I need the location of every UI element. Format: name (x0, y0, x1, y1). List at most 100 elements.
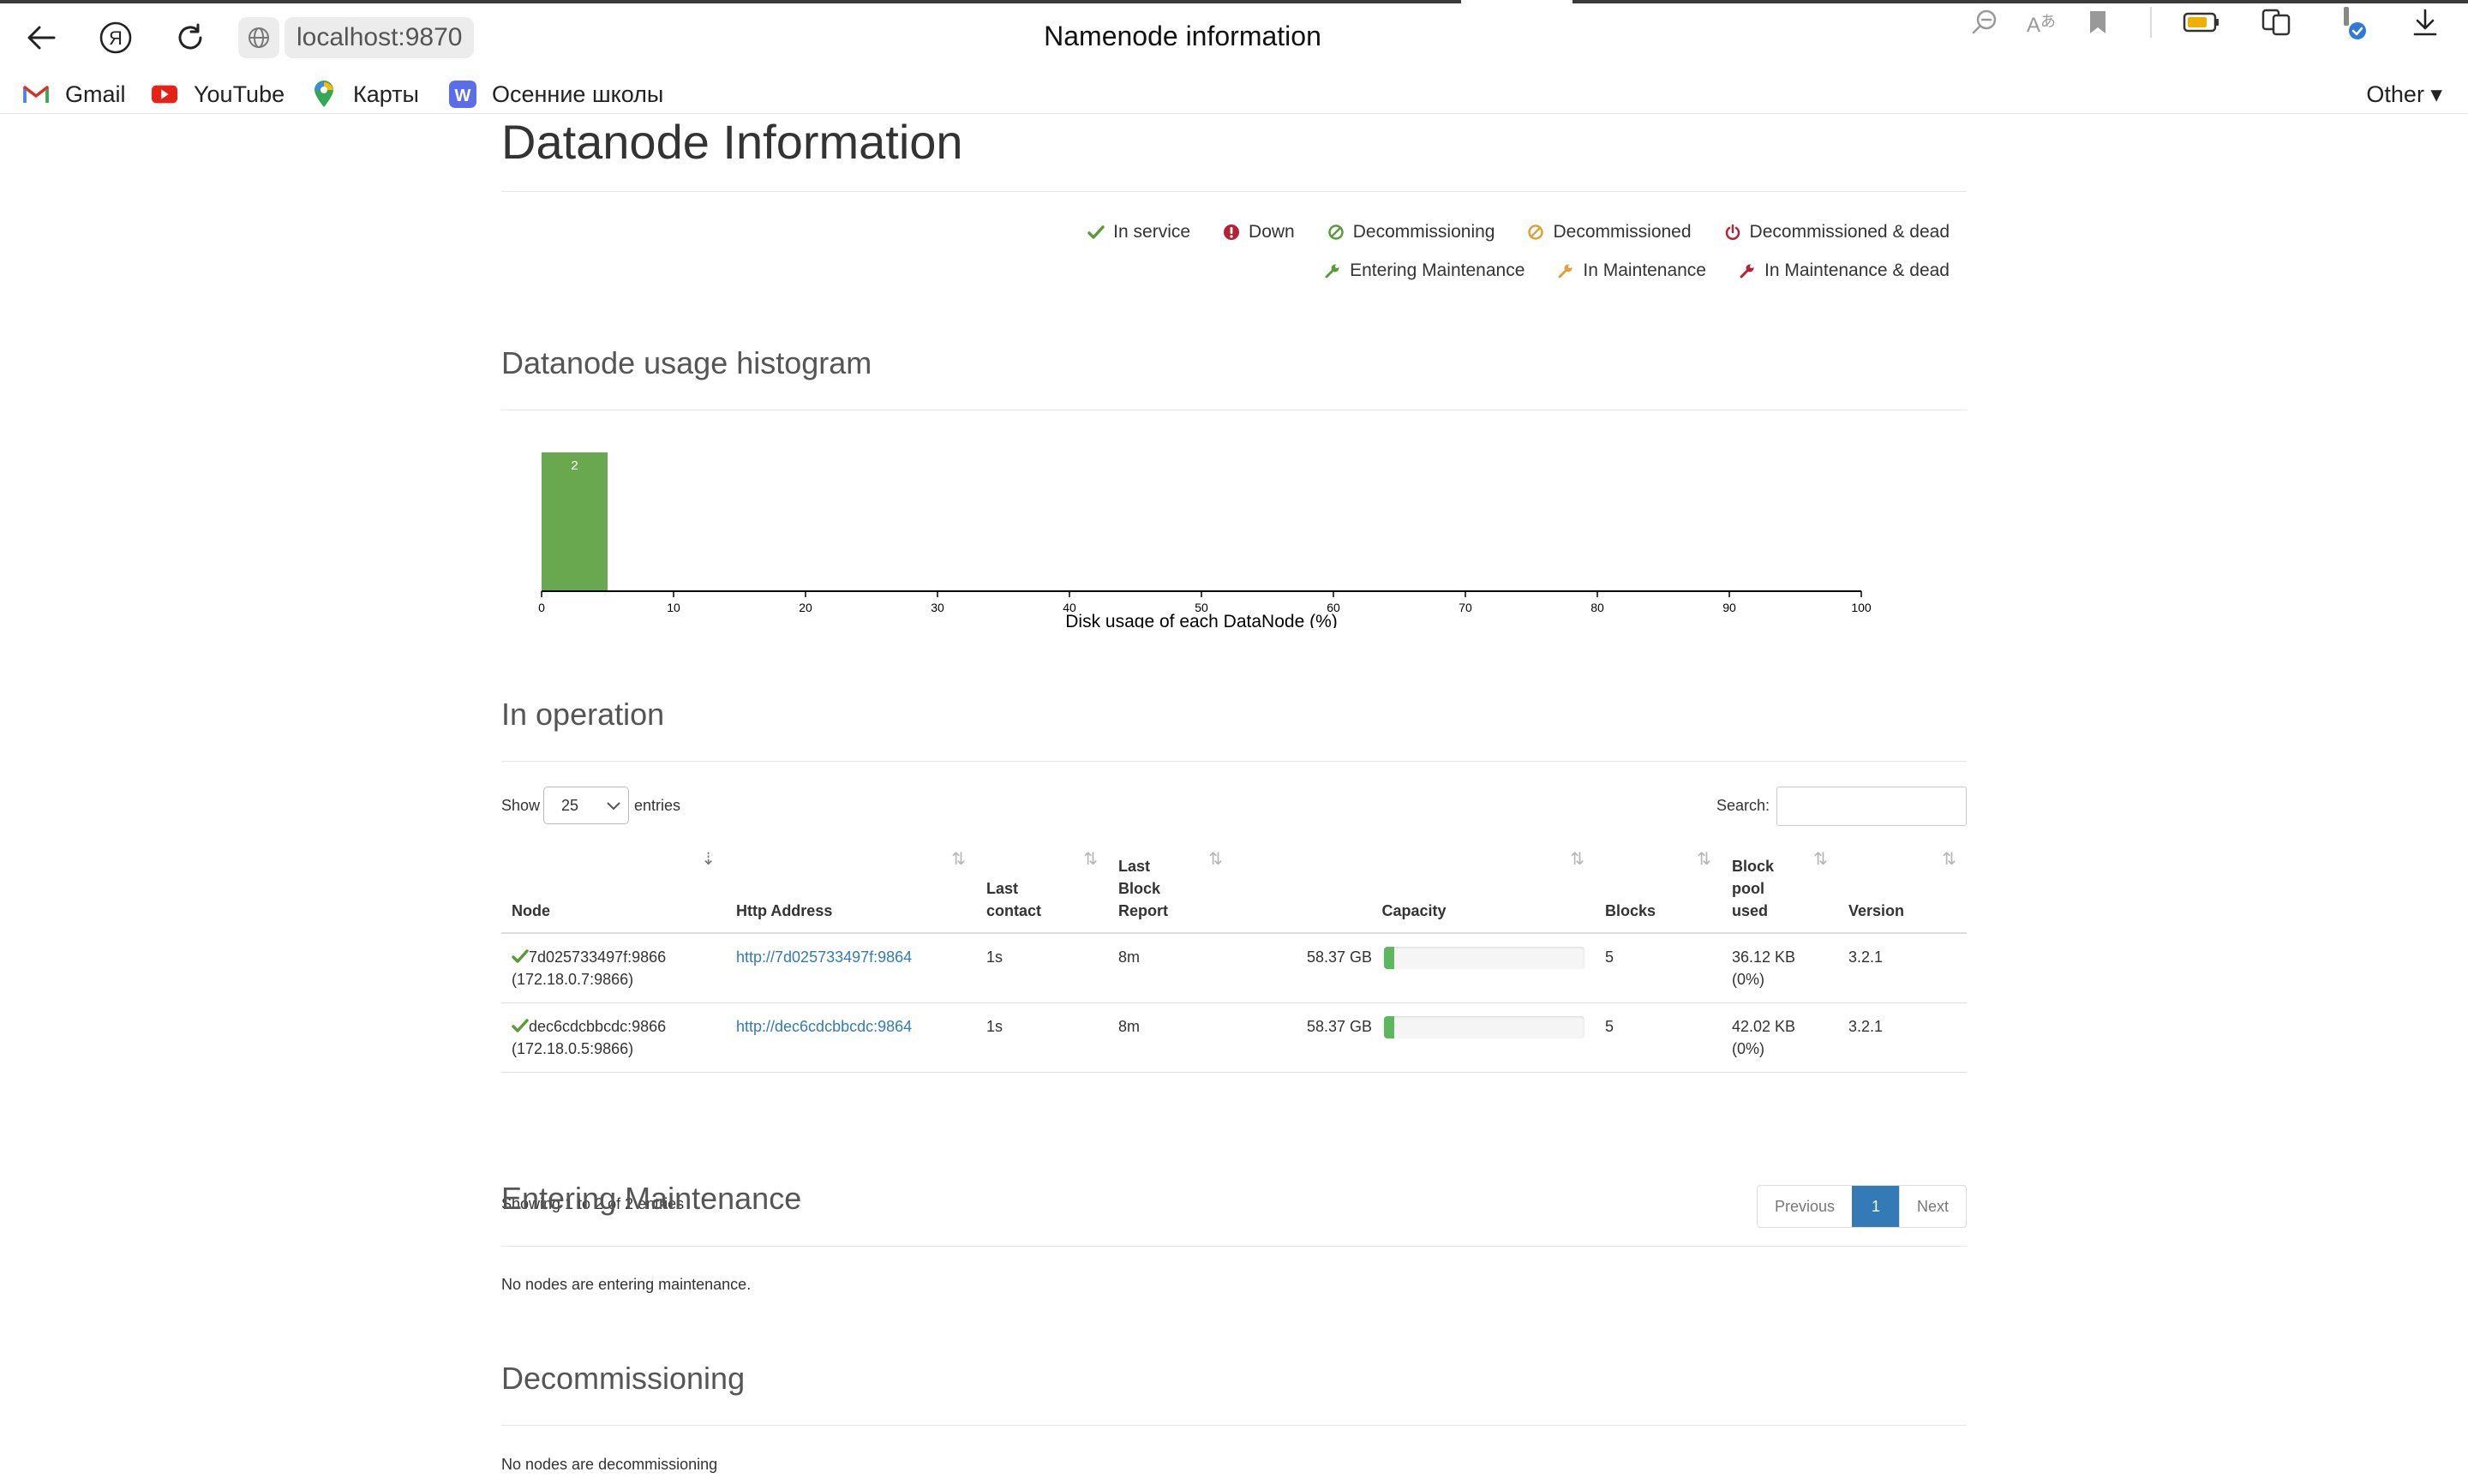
col-block-pool-used[interactable]: Block pool used ⇅ (1722, 845, 1838, 934)
capacity-cell: 58.37 GB (1233, 933, 1595, 1003)
gmail-icon (22, 81, 50, 108)
datanode-table: Node ⇣ Http Address ⇅ Last contact ⇅ Last Blo… (501, 845, 1967, 1073)
blocks-cell: 5 (1595, 1002, 1722, 1073)
header-label: Block (1118, 880, 1161, 897)
svg-text:W: W (455, 87, 471, 105)
http-address-link[interactable]: http://dec6cdcbbcdc:9864 (736, 1018, 912, 1035)
decommissioning-message: No nodes are decommissioning (501, 1456, 718, 1473)
histogram-bar (542, 452, 608, 591)
legend-down: Down (1223, 222, 1295, 242)
bookmark-autumn-schools[interactable]: W Осенние школы (449, 79, 663, 110)
legend-decommissioning: Decommissioning (1327, 222, 1495, 242)
bar-value-label: 2 (571, 458, 578, 473)
chevron-down-icon (607, 802, 620, 811)
page-size-select[interactable]: 25 (543, 787, 629, 824)
x-tick-label: 70 (1459, 601, 1472, 614)
col-blocks[interactable]: Blocks ⇅ (1595, 845, 1722, 934)
bookmark-label: YouTube (194, 81, 285, 107)
title-divider (501, 191, 1967, 192)
bookmark-maps[interactable]: Карты (310, 79, 419, 110)
table-row: dec6cdcbbcdc:9866 (172.18.0.5:9866) http:… (501, 1002, 1967, 1073)
node-cell: 7d025733497f:9866 (172.18.0.7:9866) (501, 933, 726, 1003)
maps-icon (310, 81, 338, 108)
col-last-contact[interactable]: Last contact ⇅ (976, 845, 1108, 934)
section-divider (501, 1246, 1967, 1247)
header-label: pool (1732, 880, 1764, 897)
x-tick-label: 90 (1722, 601, 1736, 614)
page-1-button[interactable]: 1 (1851, 1186, 1899, 1227)
histogram-title: Datanode usage histogram (501, 345, 872, 380)
col-version[interactable]: Version ⇅ (1838, 845, 1967, 934)
battery-button[interactable] (2179, 0, 2224, 45)
tab-strip-line (0, 0, 1461, 3)
profile-status-icon (2344, 7, 2366, 39)
header-label: contact (986, 902, 1042, 919)
block-pool-used-value: 42.02 KB (1732, 1018, 1796, 1035)
http-address-link[interactable]: http://7d025733497f:9864 (736, 948, 912, 966)
block-pool-used-pct: (0%) (1732, 1040, 1765, 1057)
entering-maintenance-message: No nodes are entering maintenance. (501, 1276, 752, 1293)
sort-icon: ⇅ (1697, 850, 1711, 869)
x-tick-label: 10 (667, 601, 680, 614)
bookmarks-other[interactable]: Other ▾ (2366, 79, 2442, 110)
version-cell: 3.2.1 (1838, 933, 1967, 1003)
profile-button[interactable] (2328, 0, 2373, 45)
capacity-bar-fill (1384, 1016, 1394, 1039)
zoom-button[interactable] (1962, 0, 2007, 45)
search-input[interactable] (1776, 787, 1967, 826)
zoom-out-icon (1972, 9, 1997, 34)
legend-label: Down (1249, 222, 1295, 242)
translate-button[interactable]: Aあ (2019, 0, 2064, 45)
exclamation-icon (1223, 224, 1240, 241)
block-pool-used-pct: (0%) (1732, 971, 1765, 988)
legend-label: Entering Maintenance (1350, 260, 1525, 280)
x-tick-label: 0 (538, 601, 545, 614)
header-label: Last (1118, 858, 1151, 875)
bookmark-label: Gmail (65, 81, 126, 107)
col-last-block-report[interactable]: Last Block Report ⇅ (1108, 845, 1233, 934)
downloads-button[interactable] (2403, 0, 2447, 45)
table-controls: Show 25 entries Search: (501, 787, 1967, 826)
previous-button[interactable]: Previous (1758, 1186, 1852, 1227)
sort-icon: ⇅ (1570, 850, 1584, 869)
sort-icon: ⇅ (1942, 850, 1956, 869)
legend-decommissioned: Decommissioned (1527, 222, 1692, 242)
wrench-icon (1739, 262, 1756, 279)
legend-label: Decommissioning (1352, 222, 1495, 242)
header-label: Node (512, 902, 550, 919)
header-label: Blocks (1605, 902, 1656, 919)
entries-label: entries (634, 797, 681, 814)
block-pool-used-cell: 42.02 KB (0%) (1722, 1002, 1838, 1073)
toolbar-divider (2150, 7, 2152, 38)
bookmark-youtube[interactable]: YouTube (151, 79, 285, 110)
collections-button[interactable] (2254, 0, 2298, 45)
youtube-icon (151, 81, 178, 108)
col-http-address[interactable]: Http Address ⇅ (726, 845, 976, 934)
header-label: Last (986, 880, 1019, 897)
svg-text:A: A (2027, 14, 2040, 37)
bookmark-button[interactable] (2076, 0, 2120, 45)
x-tick-label: 20 (799, 601, 812, 614)
col-capacity[interactable]: Capacity ⇅ (1233, 845, 1595, 934)
bookmark-gmail[interactable]: Gmail (22, 79, 126, 110)
translate-icon: Aあ (2027, 13, 2056, 37)
sort-icon: ⇅ (1813, 850, 1828, 869)
section-divider (501, 1425, 1967, 1426)
svg-text:あ: あ (2040, 13, 2056, 31)
header-label: Capacity (1381, 902, 1447, 919)
capacity-value: 58.37 GB (1306, 1018, 1372, 1035)
search-label: Search: (1716, 797, 1770, 814)
w-icon: W (449, 81, 476, 108)
tab-title: Namenode information (1044, 21, 1321, 51)
page-size-value: 25 (561, 796, 579, 814)
last-contact-cell: 1s (976, 933, 1108, 1003)
last-contact-cell: 1s (976, 1002, 1108, 1073)
sort-icon: ⇅ (1208, 850, 1223, 869)
node-name: dec6cdcbbcdc:9866 (529, 1018, 667, 1035)
next-button[interactable]: Next (1898, 1186, 1966, 1227)
col-node[interactable]: Node ⇣ (501, 845, 726, 934)
legend-entering-maintenance: Entering Maintenance (1324, 260, 1525, 281)
sort-icon: ⇅ (951, 850, 966, 869)
battery-icon (2183, 12, 2219, 33)
decommissioning-title: Decommissioning (501, 1361, 746, 1396)
